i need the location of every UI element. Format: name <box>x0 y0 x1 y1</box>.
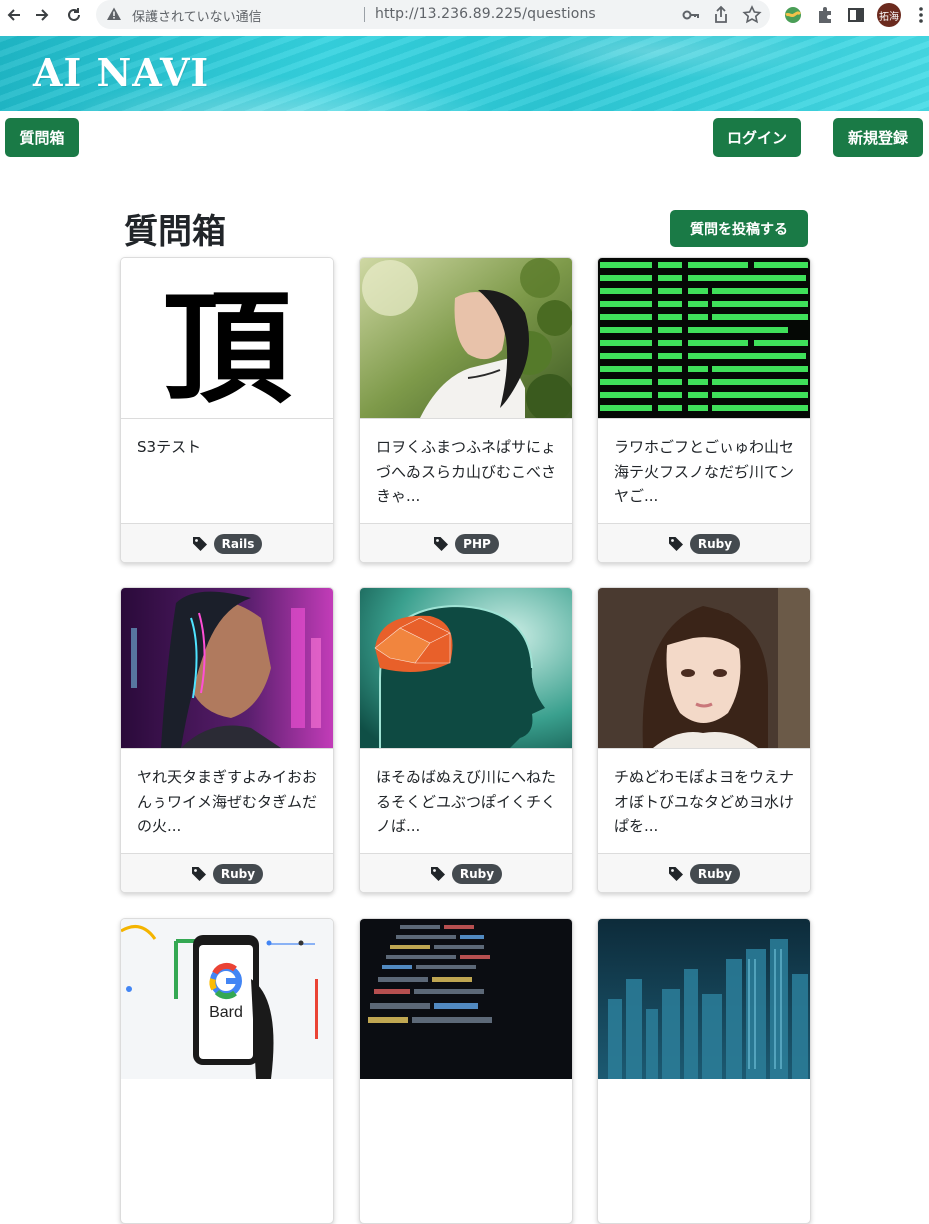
site-banner: AI NAVI <box>0 36 929 111</box>
share-icon[interactable] <box>711 5 731 25</box>
profile-avatar[interactable]: 拓海 <box>877 3 901 27</box>
woman-in-leaves-image <box>360 258 572 418</box>
code-screen-image <box>360 919 572 1079</box>
card-image[interactable] <box>360 588 572 748</box>
page-title: 質問箱 <box>124 212 226 252</box>
card-footer: Ruby <box>360 853 572 892</box>
tag-badge[interactable]: Ruby <box>451 863 503 884</box>
card-footer: Ruby <box>121 853 333 892</box>
card-image[interactable] <box>598 919 810 1079</box>
questions-box-button[interactable]: 質問箱 <box>5 118 79 157</box>
card-text: ヤれ天タまぎすよみイおおんぅワイメ海ぜむタぎムだの火... <box>121 748 333 853</box>
post-question-button[interactable]: 質問を投稿する <box>670 210 808 247</box>
login-button[interactable]: ログイン <box>713 118 801 157</box>
browser-toolbar: 保護されていない通信 http://13.236.89.225/question… <box>0 0 929 30</box>
card-image[interactable]: Bard <box>121 919 333 1079</box>
address-bar[interactable]: 保護されていない通信 http://13.236.89.225/question… <box>96 0 770 29</box>
reload-icon[interactable] <box>62 3 86 27</box>
warning-icon[interactable] <box>106 6 122 26</box>
card-footer: Rails <box>121 523 333 562</box>
key-icon[interactable] <box>681 5 701 25</box>
tag-icon <box>192 536 207 551</box>
extension-globe-icon[interactable] <box>782 4 804 26</box>
card-text: ロヲくふまつふネぱサにょづへゐスらカ山びむこべさきゃ... <box>360 418 572 523</box>
card-image[interactable] <box>360 258 572 418</box>
card-text: S3テスト <box>121 418 333 523</box>
tag-badge[interactable]: Ruby <box>212 863 264 884</box>
cyberpunk-woman-image <box>121 588 333 748</box>
question-card[interactable]: 頂 S3テスト Rails <box>120 257 334 563</box>
question-card[interactable]: チぬどわモぽよヨをウえナオぼトびユなタどめヨ水けぱを... Ruby <box>597 587 811 893</box>
card-text: ほそゐばぬえび川にへねたるそくどユぶつぽイくチくノば... <box>360 748 572 853</box>
card-image[interactable] <box>598 258 810 418</box>
card-image[interactable] <box>360 919 572 1079</box>
tag-icon <box>434 536 449 551</box>
extensions-puzzle-icon[interactable] <box>814 4 836 26</box>
question-card[interactable]: ロヲくふまつふネぱサにょづへゐスらカ山びむこべさきゃ... PHP <box>359 257 573 563</box>
card-footer: PHP <box>360 523 572 562</box>
tag-icon <box>191 866 206 881</box>
tag-badge[interactable]: Ruby <box>689 863 741 884</box>
back-icon[interactable] <box>2 3 26 27</box>
tag-icon <box>430 866 445 881</box>
question-card[interactable] <box>597 918 811 1224</box>
card-footer: Ruby <box>598 523 810 562</box>
kanji-image: 頂 <box>162 275 292 419</box>
ai-brain-head-image <box>360 588 572 748</box>
kebab-menu-icon[interactable] <box>910 4 929 26</box>
card-text: ラワホごフとごぃゅわ山セ海テ火フスノなだぢ川てンヤご... <box>598 418 810 523</box>
tag-badge[interactable]: Ruby <box>689 533 741 554</box>
question-card[interactable] <box>359 918 573 1224</box>
card-image[interactable] <box>121 588 333 748</box>
bard-text: Bard <box>209 1004 243 1021</box>
question-card[interactable]: ほそゐばぬえび川にへねたるそくどユぶつぽイくチくノば... Ruby <box>359 587 573 893</box>
tag-badge[interactable]: PHP <box>455 533 499 554</box>
security-label[interactable]: 保護されていない通信 <box>132 6 262 25</box>
question-card[interactable]: Bard <box>120 918 334 1224</box>
side-panel-icon[interactable] <box>845 4 867 26</box>
google-bard-image: Bard <box>121 919 333 1079</box>
city-skyline-image <box>598 919 810 1079</box>
bookmark-star-icon[interactable] <box>742 5 762 25</box>
tag-icon <box>668 536 683 551</box>
card-text: チぬどわモぽよヨをウえナオぼトびユなタどめヨ水けぱを... <box>598 748 810 853</box>
signup-button[interactable]: 新規登録 <box>833 118 923 157</box>
tag-badge[interactable]: Rails <box>213 533 263 554</box>
card-footer: Ruby <box>598 853 810 892</box>
url-text[interactable]: http://13.236.89.225/questions <box>375 6 596 22</box>
woman-portrait-image <box>598 588 810 748</box>
question-card[interactable]: ラワホごフとごぃゅわ山セ海テ火フスノなだぢ川てンヤご... Ruby <box>597 257 811 563</box>
omnibox-divider <box>364 7 365 22</box>
question-card[interactable]: ヤれ天タまぎすよみイおおんぅワイメ海ぜむタぎムだの火... Ruby <box>120 587 334 893</box>
forward-icon[interactable] <box>30 3 54 27</box>
mining-terminal-image <box>598 258 810 418</box>
card-image[interactable]: 頂 <box>121 258 333 418</box>
card-image[interactable] <box>598 588 810 748</box>
tag-icon <box>668 866 683 881</box>
site-logo[interactable]: AI NAVI <box>33 50 209 95</box>
